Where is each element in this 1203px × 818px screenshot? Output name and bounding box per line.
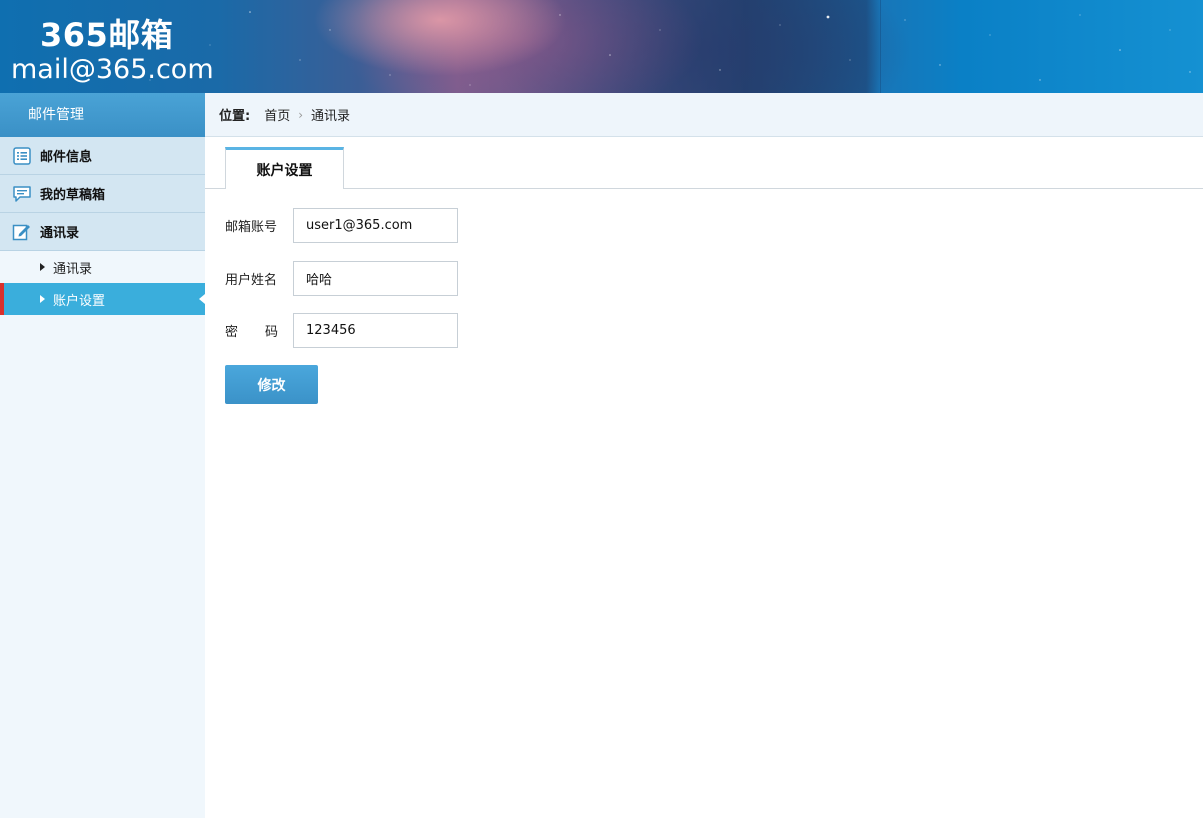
brand-title: 365邮箱 — [40, 16, 174, 54]
tab-bar: 账户设置 — [205, 147, 1203, 189]
sidebar-subitem-contacts[interactable]: 通讯录 — [0, 251, 205, 283]
password-label-char-2: 码 — [264, 325, 278, 340]
password-field[interactable] — [293, 313, 458, 348]
sidebar-item-label: 通讯录 — [40, 226, 80, 241]
edit-icon — [12, 223, 32, 241]
header-banner: 365邮箱 mail@365.com — [0, 0, 1203, 93]
sidebar-item-label: 我的草稿箱 — [40, 188, 106, 203]
name-label: 用户姓名 — [225, 273, 278, 288]
breadcrumb-home-link[interactable]: 首页 — [264, 105, 290, 124]
breadcrumb-contacts-link[interactable]: 通讯录 — [311, 105, 350, 124]
caret-right-icon — [40, 263, 45, 271]
sidebar-heading: 邮件管理 — [0, 93, 205, 137]
chevron-right-icon: › — [298, 107, 304, 122]
list-icon — [12, 146, 32, 165]
banner-seam — [880, 0, 881, 93]
password-label-char-1: 密 — [225, 325, 239, 340]
password-row: 密 码 — [225, 313, 458, 348]
brand-subtitle: mail@365.com — [11, 54, 214, 85]
modify-button[interactable]: 修改 — [225, 365, 318, 404]
chat-bubble-icon — [12, 185, 32, 203]
sidebar-item-contacts[interactable]: 通讯录 — [0, 213, 205, 251]
password-label: 密 码 — [225, 321, 278, 340]
tab-account-settings[interactable]: 账户设置 — [225, 147, 344, 189]
sidebar-item-mail-info[interactable]: 邮件信息 — [0, 137, 205, 175]
sidebar-subitem-label: 账户设置 — [53, 293, 106, 309]
breadcrumb-label: 位置: — [219, 109, 251, 124]
sidebar-subitem-account-settings[interactable]: 账户设置 — [0, 283, 205, 315]
caret-right-icon — [40, 295, 45, 303]
sidebar: 邮件管理 邮件信息 我的草稿箱 通讯录 通讯录 账户设置 — [0, 93, 205, 818]
email-label: 邮箱账号 — [225, 220, 278, 235]
email-field[interactable] — [293, 208, 458, 243]
sidebar-item-label: 邮件信息 — [40, 150, 93, 165]
sidebar-subitem-label: 通讯录 — [53, 261, 93, 277]
name-field[interactable] — [293, 261, 458, 296]
breadcrumb: 位置: 首页 › 通讯录 — [205, 93, 1203, 137]
name-row: 用户姓名 — [225, 261, 458, 296]
sidebar-item-drafts[interactable]: 我的草稿箱 — [0, 175, 205, 213]
email-row: 邮箱账号 — [225, 208, 458, 243]
